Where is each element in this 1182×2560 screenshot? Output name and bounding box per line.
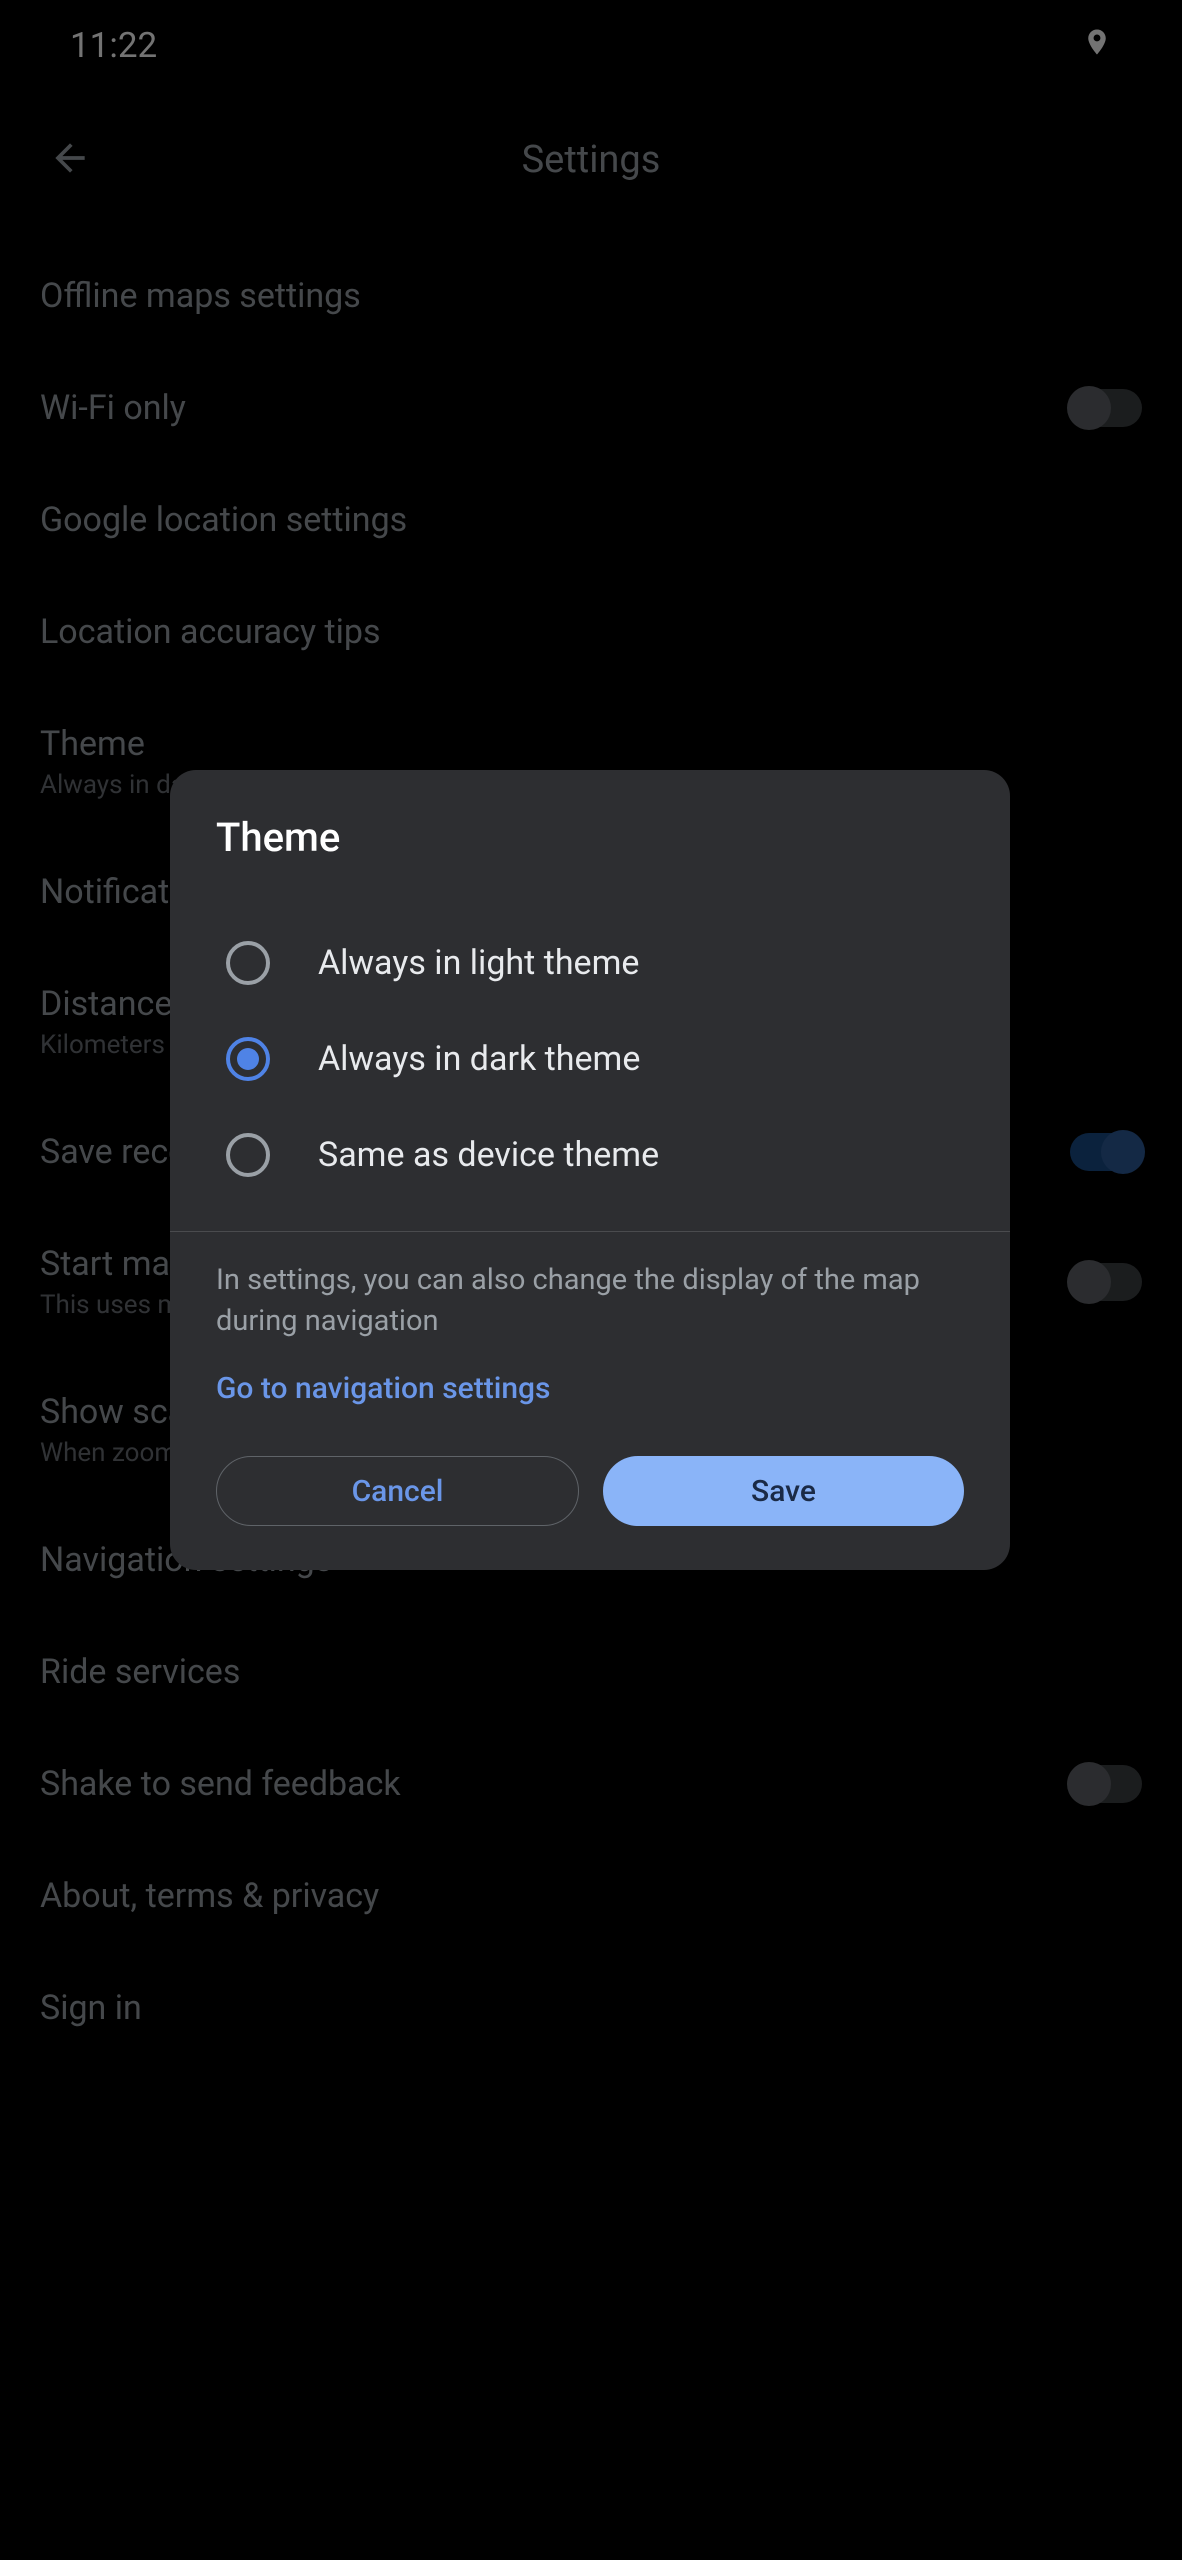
radio-icon: [226, 941, 270, 985]
radio-icon: [226, 1133, 270, 1177]
divider: [170, 1231, 1010, 1232]
navigation-settings-link[interactable]: Go to navigation settings: [216, 1371, 964, 1406]
radio-option-device[interactable]: Same as device theme: [216, 1107, 964, 1203]
radio-label: Always in light theme: [318, 943, 639, 983]
radio-option-dark[interactable]: Always in dark theme: [216, 1011, 964, 1107]
theme-dialog: Theme Always in light theme Always in da…: [170, 770, 1010, 1570]
radio-icon: [226, 1037, 270, 1081]
dialog-title: Theme: [216, 814, 964, 861]
save-button[interactable]: Save: [603, 1456, 964, 1526]
cancel-button[interactable]: Cancel: [216, 1456, 579, 1526]
blank-filler: [0, 2430, 1182, 2560]
radio-label: Same as device theme: [318, 1135, 659, 1175]
radio-label: Always in dark theme: [318, 1039, 640, 1079]
radio-option-light[interactable]: Always in light theme: [216, 915, 964, 1011]
dialog-note: In settings, you can also change the dis…: [216, 1260, 964, 1341]
